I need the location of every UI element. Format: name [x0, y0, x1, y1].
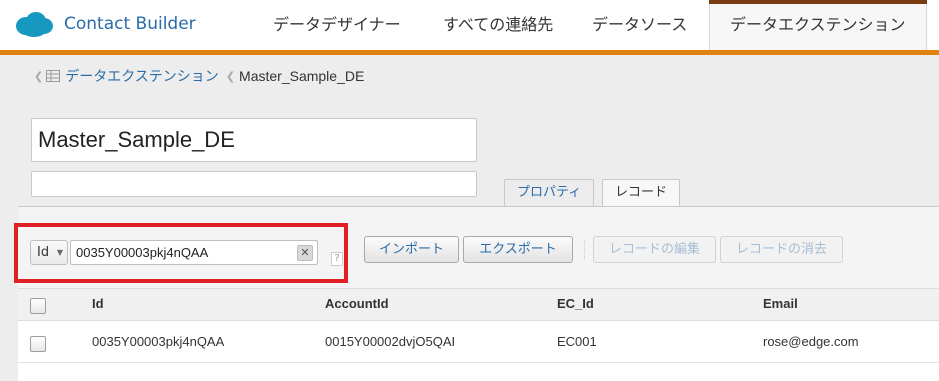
- column-header-accountid[interactable]: AccountId: [325, 296, 389, 311]
- active-tab-indicator: [709, 0, 927, 4]
- cell-accountid: 0015Y00002dvjO5QAI: [325, 334, 456, 349]
- tab-data-sources[interactable]: データソース: [592, 0, 687, 50]
- app-title: Contact Builder: [64, 14, 196, 34]
- breadcrumb-parent-link[interactable]: データエクステンション: [65, 66, 219, 86]
- extension-name-field[interactable]: Master_Sample_DE: [31, 118, 477, 162]
- help-icon[interactable]: ?: [331, 252, 343, 266]
- import-button[interactable]: インポート: [364, 236, 459, 263]
- clear-icon[interactable]: ✕: [297, 245, 313, 261]
- grid-icon: [46, 70, 61, 82]
- chevron-left-icon: ❮: [225, 69, 236, 83]
- edit-record-button[interactable]: レコードの編集: [593, 236, 716, 263]
- tab-records[interactable]: レコード: [602, 179, 681, 208]
- tab-data-extensions[interactable]: データエクステンション: [709, 0, 927, 50]
- chevron-left-icon: ❮: [34, 69, 44, 83]
- tab-data-extensions-label: データエクステンション: [730, 15, 906, 34]
- salesforce-cloud-logo: [16, 12, 53, 37]
- extension-name-value: Master_Sample_DE: [38, 127, 235, 152]
- table-footer-space: [18, 363, 939, 381]
- column-header-email[interactable]: Email: [763, 296, 798, 311]
- delete-record-button[interactable]: レコードの消去: [720, 236, 843, 263]
- toolbar-divider: [584, 240, 585, 259]
- select-all-checkbox[interactable]: [30, 298, 46, 314]
- caret-down-icon: ▼: [56, 248, 63, 257]
- column-header-id[interactable]: Id: [92, 296, 104, 311]
- breadcrumb: ❮ データエクステンション ❮ Master_Sample_DE: [34, 66, 364, 86]
- filter-value-input[interactable]: 0035Y00003pkj4nQAA ✕: [70, 240, 318, 265]
- tab-all-contacts[interactable]: すべての連絡先: [443, 0, 553, 50]
- filter-value-text: 0035Y00003pkj4nQAA: [76, 245, 209, 260]
- row-checkbox[interactable]: [30, 336, 46, 352]
- cell-id: 0035Y00003pkj4nQAA: [92, 334, 225, 349]
- cell-ec-id: EC001: [557, 334, 597, 349]
- filter-field-value: Id: [37, 245, 50, 260]
- breadcrumb-current: Master_Sample_DE: [239, 68, 365, 84]
- table-header: [18, 288, 939, 321]
- extension-description-field[interactable]: [31, 171, 477, 197]
- tab-data-designer[interactable]: データデザイナー: [273, 0, 401, 50]
- filter-field-select[interactable]: Id ▼: [30, 240, 68, 265]
- export-button[interactable]: エクスポート: [463, 236, 573, 263]
- tab-properties[interactable]: プロパティ: [504, 179, 595, 207]
- header-accent-line: [0, 50, 939, 55]
- cell-email: rose@edge.com: [763, 334, 859, 349]
- column-header-ec-id[interactable]: EC_Id: [557, 296, 594, 311]
